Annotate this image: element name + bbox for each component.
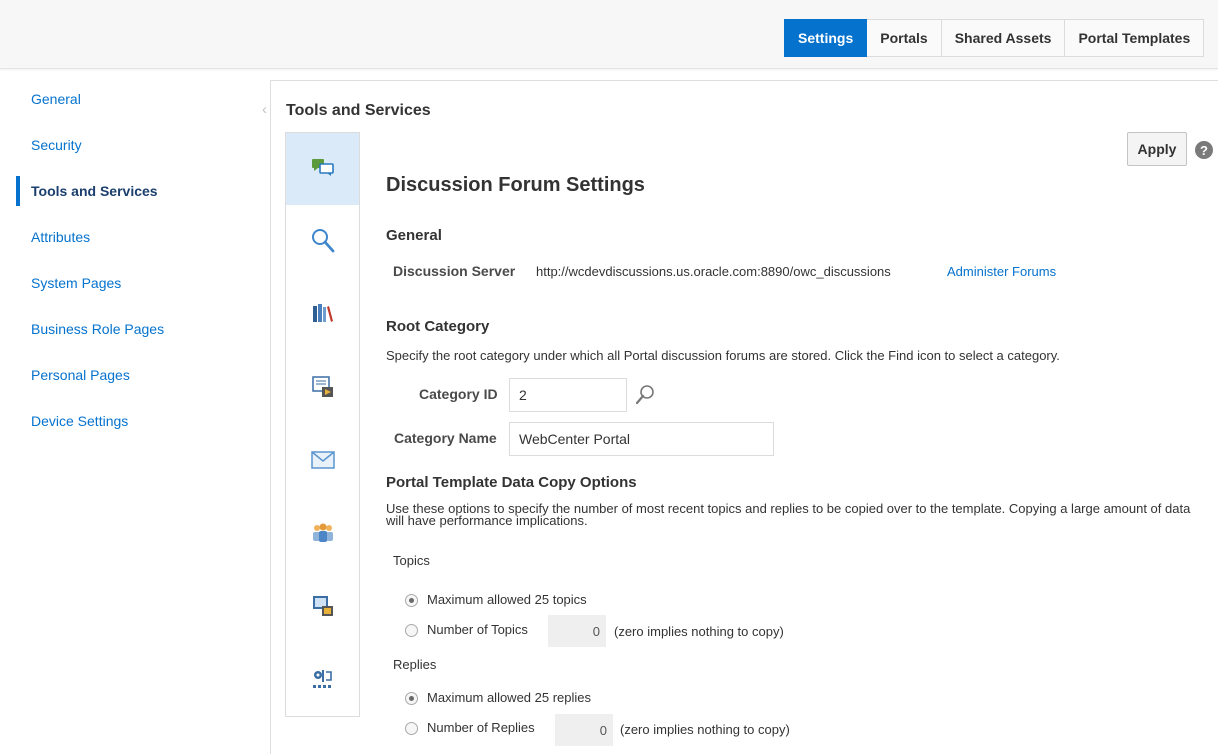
help-icon[interactable]: ? (1195, 141, 1213, 159)
collapse-chevron-icon[interactable]: ‹ (262, 101, 267, 118)
library-icon (312, 303, 334, 327)
copy-options-heading: Portal Template Data Copy Options (386, 474, 637, 491)
replies-label: Replies (393, 657, 437, 672)
category-name-label: Category Name (394, 430, 497, 446)
mail-icon (310, 450, 335, 472)
nav-item-general[interactable]: General (0, 82, 200, 116)
category-id-input[interactable] (509, 378, 627, 412)
nav-item-device-settings[interactable]: Device Settings (0, 404, 200, 438)
presence-icon (312, 595, 334, 620)
discussion-server-label: Discussion Server (393, 263, 516, 279)
tab-portals[interactable]: Portals (867, 19, 942, 57)
nav-item-attributes[interactable]: Attributes (0, 220, 200, 254)
service-icon-rail (285, 132, 360, 717)
category-id-label: Category ID (419, 386, 498, 402)
topics-hint: (zero implies nothing to copy) (614, 624, 784, 639)
panel-divider (270, 80, 271, 754)
replies-number-radio[interactable] (405, 722, 418, 735)
topics-max-label: Maximum allowed 25 topics (427, 592, 587, 607)
tab-settings[interactable]: Settings (784, 19, 868, 57)
rail-item-people[interactable] (286, 498, 359, 570)
tab-portal-templates[interactable]: Portal Templates (1065, 19, 1205, 57)
find-icon[interactable] (634, 384, 656, 409)
topics-number-input[interactable] (548, 615, 606, 647)
replies-max-radio[interactable] (405, 692, 418, 705)
top-bar: Settings Portals Shared Assets Portal Te… (0, 0, 1218, 69)
topics-label: Topics (393, 553, 430, 568)
administer-forums-link[interactable]: Administer Forums (947, 264, 1056, 279)
rail-item-documents[interactable] (286, 352, 359, 424)
people-icon (311, 523, 335, 546)
nav-item-personal-pages[interactable]: Personal Pages (0, 358, 200, 392)
search-icon (311, 228, 335, 257)
section-title: Tools and Services (286, 102, 431, 119)
nav-item-security[interactable]: Security (0, 128, 200, 162)
rail-item-mail[interactable] (286, 425, 359, 497)
topics-max-radio[interactable] (405, 594, 418, 607)
apply-button[interactable]: Apply (1127, 132, 1187, 166)
replies-hint: (zero implies nothing to copy) (620, 722, 790, 737)
replies-max-label: Maximum allowed 25 replies (427, 690, 592, 705)
nav-item-business-role-pages[interactable]: Business Role Pages (0, 312, 200, 346)
tab-shared-assets[interactable]: Shared Assets (941, 19, 1066, 57)
discussions-icon (311, 158, 334, 180)
topics-number-label: Number of Topics (427, 622, 528, 637)
discussion-server-url: http://wcdevdiscussions.us.oracle.com:88… (536, 264, 891, 279)
rail-item-library[interactable] (286, 279, 359, 351)
root-category-description: Specify the root category under which al… (386, 348, 1060, 363)
topics-number-radio[interactable] (405, 624, 418, 637)
nav-item-system-pages[interactable]: System Pages (0, 266, 200, 300)
replies-number-input[interactable] (555, 714, 613, 746)
replies-number-label: Number of Replies (427, 720, 535, 735)
rail-item-search[interactable] (286, 206, 359, 278)
top-tabs: Settings Portals Shared Assets Portal Te… (784, 19, 1205, 57)
document-icon (311, 375, 334, 401)
nav-item-tools-and-services[interactable]: Tools and Services (0, 174, 200, 208)
rail-item-presence[interactable] (286, 571, 359, 643)
connections-icon (312, 668, 334, 693)
root-category-heading: Root Category (386, 318, 490, 335)
general-heading: General (386, 227, 442, 244)
rail-item-connections[interactable] (286, 644, 359, 716)
rail-item-discussions[interactable] (286, 133, 359, 205)
page-title: Discussion Forum Settings (386, 174, 645, 196)
category-name-input[interactable] (509, 422, 774, 456)
panel-top-border (271, 80, 1218, 81)
copy-options-description: Use these options to specify the number … (386, 501, 1191, 528)
